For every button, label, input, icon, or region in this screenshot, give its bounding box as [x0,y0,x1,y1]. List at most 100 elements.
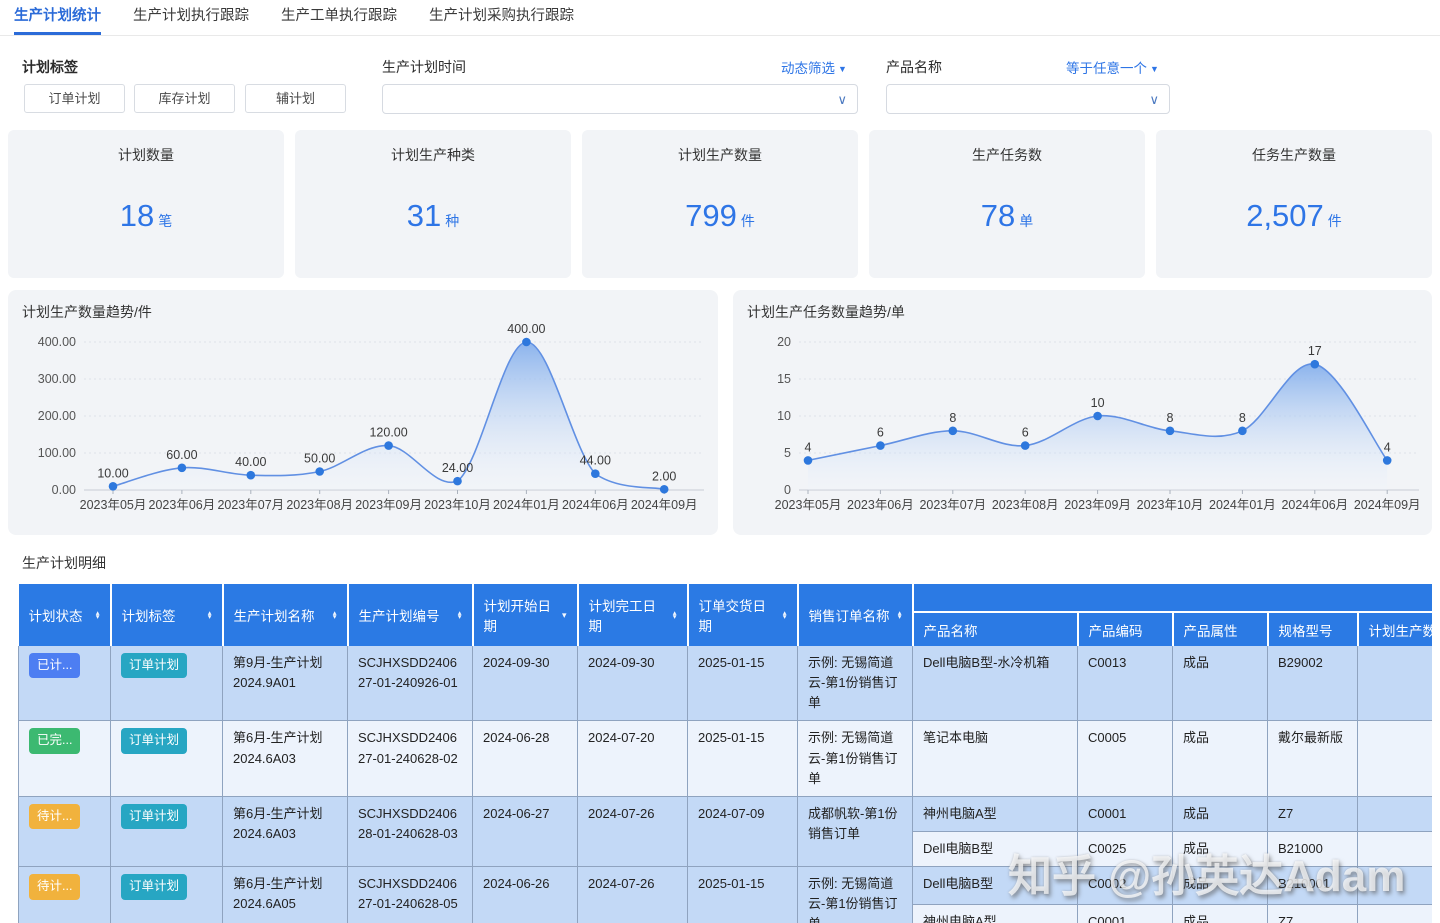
data-point[interactable] [177,463,187,473]
product-column-header[interactable]: 规格型号 [1267,612,1359,646]
product-code: C0001 [1077,904,1173,923]
column-header[interactable]: 计划开始日期 ▾ [472,584,579,646]
plan-detail-table-wrap: 计划状态 ▴ ▾ 计划标签 ▴ ▾ 生产计划名称 ▴ ▾ 生产计划编号 ▴ ▾ 计划开始日期 ▾ 计划完工日… [18,584,1432,923]
tab-plan-execution-tracking[interactable]: 生产计划执行跟踪 [133,4,249,35]
plan-name: 第6月-生产计划 2024.6A05 [222,866,348,923]
plan-tag-filter-label: 计划标签 [22,59,78,75]
column-header-label: 生产计划编号 [358,609,440,624]
order-delivery-date: 2025-01-15 [687,646,798,722]
plan-time-select[interactable]: ∨ [382,84,858,114]
plan-status-badge: 已计... [29,653,81,679]
plan-tag: 订单计划 [110,796,223,868]
x-axis-tick-label: 2024年01月 [493,498,560,512]
product-spec: B29002 [1267,646,1358,722]
sort-icon[interactable]: ▴ ▾ [96,609,100,621]
product-name-select[interactable]: ∨ [886,84,1170,114]
data-point[interactable] [659,484,669,494]
x-axis-tick-label: 2023年07月 [919,498,986,512]
column-header[interactable]: 生产计划编号 ▴ ▾ [347,584,474,646]
data-point[interactable] [384,441,393,450]
column-header[interactable]: 订单交货日期 ▴ ▾ [687,584,799,646]
tab-production-plan-stats[interactable]: 生产计划统计 [14,4,101,35]
plan-tag-option-order[interactable]: 订单计划 [24,84,125,113]
table-row: 待计... 订单计划 第6月-生产计划 2024.6A03 SCJHXSDD24062… [18,796,1432,868]
data-point-label: 10.00 [97,466,128,480]
data-point[interactable] [522,337,531,347]
kpi-card-plan-count: 计划数量 18 笔 [8,130,284,278]
data-point[interactable] [1020,441,1030,450]
sort-icon[interactable]: ▴ ▾ [783,609,787,621]
product-column-header[interactable]: 产品编码 [1077,612,1174,646]
data-point[interactable] [1238,426,1247,436]
x-axis-tick-label: 2024年06月 [1281,498,1348,512]
table-row: 已计... 订单计划 第9月-生产计划 2024.9A01 SCJHXSDD24062… [18,646,1432,722]
plan-code: SCJHXSDD240628-01-240628-03 [347,796,473,868]
planned-production-qty [1357,866,1432,905]
column-header[interactable]: 计划标签 ▴ ▾ [110,584,224,646]
equals-any-link[interactable]: 等于任意一个 ▼ [1066,57,1159,77]
plan-finish-date: 2024-07-26 [577,796,688,868]
product-spec: B21000 [1267,831,1358,868]
chevron-down-icon: ∨ [837,91,847,107]
data-point[interactable] [1165,426,1175,436]
y-axis-tick-label: 0 [784,483,791,497]
column-header-label: 计划开始日期 [483,599,552,634]
product-name: 笔记本电脑 [912,720,1078,797]
data-point[interactable] [1093,411,1102,421]
product-name: Dell电脑B型-水冷机箱 [912,646,1078,722]
planned-production-qty [1357,831,1432,868]
data-point[interactable] [246,470,256,480]
plan-code: SCJHXSDD240627-01-240628-05 [347,866,473,923]
column-header[interactable]: 计划状态 ▴ ▾ [18,584,112,646]
dynamic-filter-link[interactable]: 动态筛选 ▼ [781,57,847,77]
data-point-label: 8 [1167,411,1174,425]
sort-icon[interactable]: ▴ ▾ [898,609,902,621]
product-column-header[interactable]: 产品属性 [1172,612,1269,646]
data-point[interactable] [108,482,118,491]
production-qty-trend-chart[interactable]: 0.00100.00200.00300.00400.002023年05月 2023… [8,290,718,535]
data-point[interactable] [948,426,958,436]
column-header[interactable]: 生产计划名称 ▴ ▾ [222,584,349,646]
task-qty-trend-chart[interactable]: 0 5 10 15 20 2023年05月 2023年06月 2023年07月 2023年08月… [733,290,1432,535]
data-point[interactable] [1382,456,1392,465]
column-header[interactable]: 计划完工日期 ▴ ▾ [577,584,689,646]
x-axis-tick-label: 2023年05月 [80,498,147,512]
column-header[interactable]: 销售订单名称 ▴ ▾ [797,584,914,646]
sales-order-name: 示例: 无锡简道云-第1份销售订单 [797,646,913,722]
sort-icon[interactable]: ▴ ▾ [458,609,462,621]
product-name: Dell电脑B型 [912,831,1078,868]
column-header-label: 销售订单名称 [808,609,890,624]
order-delivery-date: 2024-07-09 [687,796,798,868]
table-row: 已完... 订单计划 第6月-生产计划 2024.6A03 SCJHXSDD24062… [18,720,1432,797]
product-column-header[interactable]: 产品名称 [912,612,1079,646]
top-tabbar: 生产计划统计 生产计划执行跟踪 生产工单执行跟踪 生产计划采购执行跟踪 [0,0,1440,36]
sort-icon[interactable]: ▴ ▾ [208,609,212,621]
kpi-label: 任务生产数量 [1252,147,1336,163]
kpi-value: 2,507 件 [1246,198,1342,233]
y-axis-tick-label: 400.00 [38,335,76,349]
data-point[interactable] [1310,359,1320,369]
sort-desc-icon[interactable]: ▾ [562,610,567,620]
y-axis-tick-label: 200.00 [38,409,76,423]
product-column-header[interactable]: 计划生产数量 [1357,612,1432,646]
product-attr: 成品 [1172,646,1268,722]
data-point-label: 8 [1239,411,1246,425]
data-point[interactable] [453,476,462,486]
area-fill [808,363,1388,490]
data-point[interactable] [876,441,885,450]
tab-workorder-execution-tracking[interactable]: 生产工单执行跟踪 [281,4,397,35]
data-point-label: 2.00 [652,469,676,483]
data-point[interactable] [315,467,325,476]
tab-plan-purchase-tracking[interactable]: 生产计划采购执行跟踪 [429,4,574,35]
sort-icon[interactable]: ▴ ▾ [673,609,677,621]
table-title: 生产计划明细 [22,555,106,571]
plan-status: 待计... [18,796,111,868]
plan-tag-option-aux[interactable]: 辅计划 [245,84,346,113]
y-axis-tick-label: 10 [777,409,791,423]
x-axis-tick-label: 2024年01月 [1209,498,1276,512]
data-point[interactable] [803,456,813,465]
kpi-card-task-qty: 任务生产数量 2,507 件 [1156,130,1432,278]
data-point[interactable] [591,469,600,479]
plan-tag-option-stock[interactable]: 库存计划 [134,84,235,113]
sort-icon[interactable]: ▴ ▾ [333,609,337,621]
